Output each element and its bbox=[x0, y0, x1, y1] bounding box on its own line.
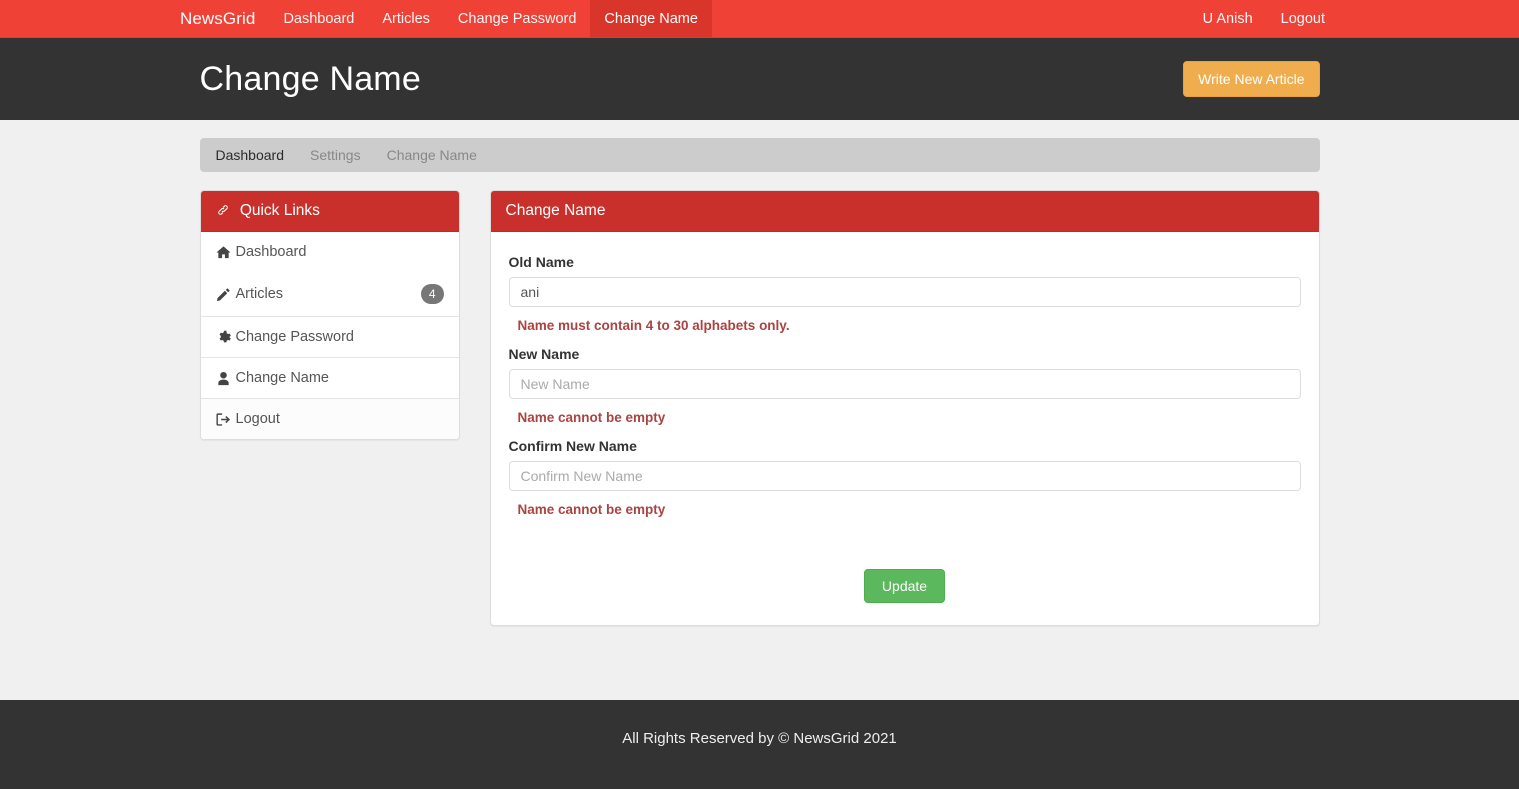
quick-links-panel: Quick Links Dashboard Articles 4 Change … bbox=[199, 190, 460, 440]
pencil-icon bbox=[216, 287, 236, 302]
breadcrumb: Dashboard Settings Change Name bbox=[199, 138, 1320, 172]
sidebar-column: Quick Links Dashboard Articles 4 Change … bbox=[199, 190, 460, 440]
submit-row: Update bbox=[509, 569, 1301, 603]
field-group-new-name: New Name Name cannot be empty bbox=[508, 346, 1301, 425]
quick-links-list: Dashboard Articles 4 Change Password Cha… bbox=[200, 232, 459, 439]
nav-item-username[interactable]: U Anish bbox=[1189, 0, 1267, 37]
form-column: Change Name Old Name Name must contain 4… bbox=[489, 190, 1320, 626]
page-footer: All Rights Reserved by © NewsGrid 2021 bbox=[0, 700, 1519, 789]
nav-item-logout[interactable]: Logout bbox=[1267, 0, 1339, 37]
sidebar-item-change-name[interactable]: Change Name bbox=[200, 357, 459, 398]
confirm-new-name-error: Name cannot be empty bbox=[517, 502, 666, 517]
page-root: NewsGrid Dashboard Articles Change Passw… bbox=[0, 0, 1519, 789]
change-name-panel-heading: Change Name bbox=[490, 191, 1319, 232]
navbar-left-group: NewsGrid Dashboard Articles Change Passw… bbox=[180, 0, 712, 37]
nav-item-articles[interactable]: Articles bbox=[368, 0, 444, 37]
confirm-new-name-label: Confirm New Name bbox=[508, 438, 637, 454]
page-title: Change Name bbox=[199, 59, 421, 98]
top-navbar: NewsGrid Dashboard Articles Change Passw… bbox=[0, 0, 1519, 38]
gear-icon bbox=[216, 330, 236, 345]
sidebar-item-articles[interactable]: Articles 4 bbox=[200, 272, 459, 316]
sidebar-item-logout-label: Logout bbox=[235, 411, 280, 427]
sidebar-item-dashboard-label: Dashboard bbox=[235, 244, 307, 260]
new-name-error: Name cannot be empty bbox=[517, 410, 666, 425]
page-header-band: Change Name Write New Article bbox=[0, 38, 1519, 120]
content-row: Quick Links Dashboard Articles 4 Change … bbox=[199, 190, 1320, 626]
nav-item-change-name[interactable]: Change Name bbox=[590, 0, 712, 37]
sidebar-item-articles-label: Articles bbox=[235, 286, 284, 302]
breadcrumb-item-dashboard[interactable]: Dashboard bbox=[216, 147, 285, 163]
write-new-article-button[interactable]: Write New Article bbox=[1183, 61, 1320, 97]
field-group-old-name: Old Name Name must contain 4 to 30 alpha… bbox=[508, 254, 1301, 333]
quick-links-heading: Quick Links bbox=[200, 191, 459, 232]
change-name-panel: Change Name Old Name Name must contain 4… bbox=[489, 190, 1320, 626]
change-name-form: Old Name Name must contain 4 to 30 alpha… bbox=[491, 232, 1319, 625]
navbar-right-group: U Anish Logout bbox=[1189, 0, 1519, 37]
link-icon bbox=[216, 202, 234, 219]
home-icon bbox=[215, 245, 236, 260]
old-name-label: Old Name bbox=[508, 254, 574, 270]
page-header-inner: Change Name Write New Article bbox=[190, 60, 1330, 99]
navbar-brand[interactable]: NewsGrid bbox=[180, 0, 269, 37]
breadcrumb-item-settings: Settings bbox=[310, 147, 361, 163]
nav-item-dashboard[interactable]: Dashboard bbox=[269, 0, 368, 37]
update-button[interactable]: Update bbox=[863, 569, 946, 603]
breadcrumb-item-change-name: Change Name bbox=[386, 147, 477, 163]
new-name-input[interactable] bbox=[508, 369, 1301, 399]
user-icon bbox=[216, 371, 236, 386]
new-name-label: New Name bbox=[508, 346, 580, 362]
main-container: Dashboard Settings Change Name Quick Lin… bbox=[190, 138, 1330, 626]
footer-text: All Rights Reserved by © NewsGrid 2021 bbox=[622, 730, 897, 747]
sidebar-item-change-name-label: Change Name bbox=[235, 370, 330, 386]
old-name-error: Name must contain 4 to 30 alphabets only… bbox=[517, 318, 790, 333]
nav-item-change-password[interactable]: Change Password bbox=[444, 0, 591, 37]
sidebar-item-logout[interactable]: Logout bbox=[200, 398, 459, 439]
sidebar-item-change-password-label: Change Password bbox=[235, 329, 355, 345]
field-group-confirm-new-name: Confirm New Name Name cannot be empty bbox=[508, 438, 1301, 517]
articles-count-badge: 4 bbox=[420, 284, 444, 304]
sidebar-item-change-password[interactable]: Change Password bbox=[200, 316, 459, 357]
quick-links-heading-label: Quick Links bbox=[239, 202, 320, 219]
sign-out-icon bbox=[215, 412, 236, 427]
confirm-new-name-input[interactable] bbox=[508, 461, 1301, 491]
old-name-input[interactable] bbox=[508, 277, 1301, 307]
sidebar-item-dashboard[interactable]: Dashboard bbox=[200, 232, 459, 272]
